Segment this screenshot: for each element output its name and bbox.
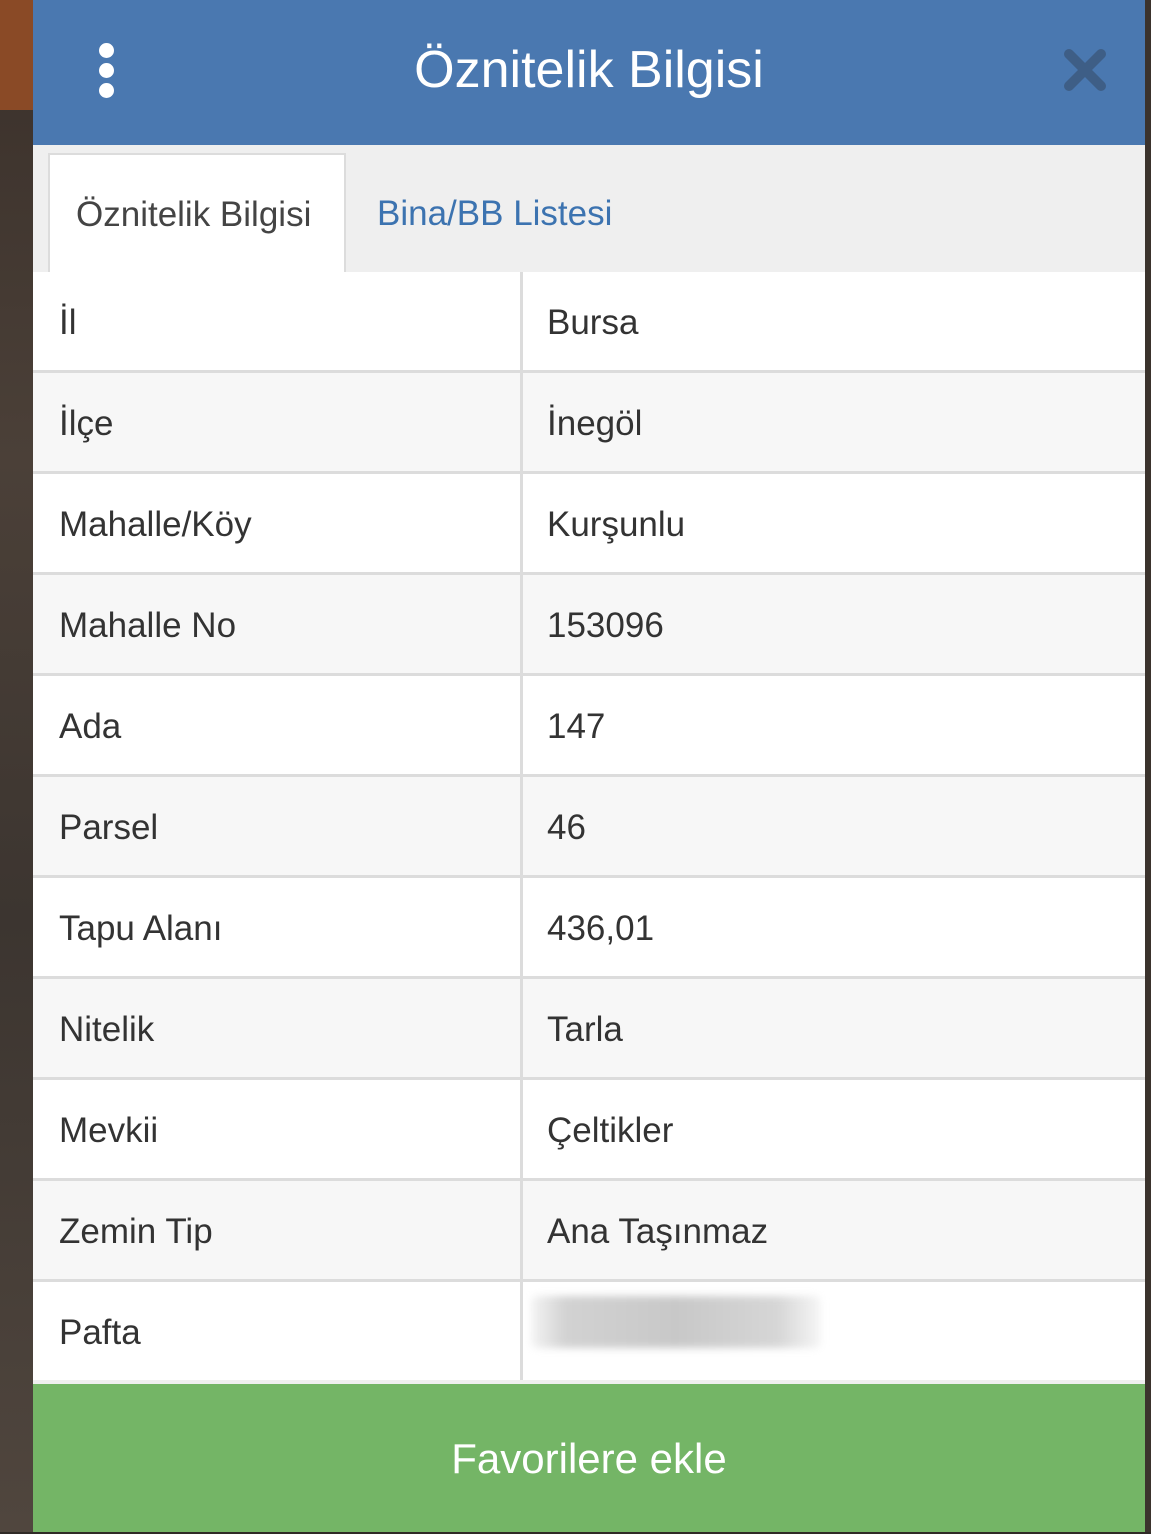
row-value: Çeltikler bbox=[523, 1080, 1145, 1178]
attribute-info-dialog: Öznitelik Bilgisi Öznitelik Bilgisi Bina… bbox=[33, 0, 1145, 1532]
row-value-redacted bbox=[523, 1282, 1145, 1380]
table-row: Parsel 46 bbox=[33, 777, 1145, 878]
table-row: Ada 147 bbox=[33, 676, 1145, 777]
row-key: Mahalle No bbox=[33, 575, 523, 673]
vertical-dots-menu-icon[interactable] bbox=[93, 40, 119, 100]
row-key: Pafta bbox=[33, 1282, 523, 1380]
row-key: Ada bbox=[33, 676, 523, 774]
table-row: İlçe İnegöl bbox=[33, 373, 1145, 474]
dialog-title: Öznitelik Bilgisi bbox=[414, 41, 764, 99]
map-background-strip bbox=[0, 0, 33, 110]
redacted-blur bbox=[531, 1296, 821, 1348]
row-key: Mahalle/Köy bbox=[33, 474, 523, 572]
map-background-left bbox=[0, 0, 33, 1532]
table-row: Nitelik Tarla bbox=[33, 979, 1145, 1080]
table-row: Zemin Tip Ana Taşınmaz bbox=[33, 1181, 1145, 1282]
row-value: Bursa bbox=[523, 272, 1145, 370]
row-key: Zemin Tip bbox=[33, 1181, 523, 1279]
tab-bar: Öznitelik Bilgisi Bina/BB Listesi bbox=[33, 145, 1145, 275]
row-value: 147 bbox=[523, 676, 1145, 774]
map-background-right bbox=[1145, 0, 1151, 1532]
table-row: İl Bursa bbox=[33, 272, 1145, 373]
table-row: Mahalle No 153096 bbox=[33, 575, 1145, 676]
row-value: Ana Taşınmaz bbox=[523, 1181, 1145, 1279]
row-value: 46 bbox=[523, 777, 1145, 875]
tab-attribute-info[interactable]: Öznitelik Bilgisi bbox=[48, 153, 346, 274]
close-icon[interactable] bbox=[1061, 46, 1109, 94]
row-key: Tapu Alanı bbox=[33, 878, 523, 976]
row-value: Tarla bbox=[523, 979, 1145, 1077]
table-row: Pafta bbox=[33, 1282, 1145, 1380]
dialog-header: Öznitelik Bilgisi bbox=[33, 0, 1145, 145]
row-key: Parsel bbox=[33, 777, 523, 875]
table-row: Mahalle/Köy Kurşunlu bbox=[33, 474, 1145, 575]
row-key: İlçe bbox=[33, 373, 523, 471]
row-key: Mevkii bbox=[33, 1080, 523, 1178]
attribute-table: İl Bursa İlçe İnegöl Mahalle/Köy Kurşunl… bbox=[33, 272, 1145, 1380]
add-to-favorites-button[interactable]: Favorilere ekle bbox=[33, 1384, 1145, 1532]
row-value: İnegöl bbox=[523, 373, 1145, 471]
row-value: 436,01 bbox=[523, 878, 1145, 976]
row-value: 153096 bbox=[523, 575, 1145, 673]
tab-building-list[interactable]: Bina/BB Listesi bbox=[351, 155, 638, 272]
row-key: Nitelik bbox=[33, 979, 523, 1077]
table-row: Tapu Alanı 436,01 bbox=[33, 878, 1145, 979]
table-row: Mevkii Çeltikler bbox=[33, 1080, 1145, 1181]
row-value: Kurşunlu bbox=[523, 474, 1145, 572]
row-key: İl bbox=[33, 272, 523, 370]
